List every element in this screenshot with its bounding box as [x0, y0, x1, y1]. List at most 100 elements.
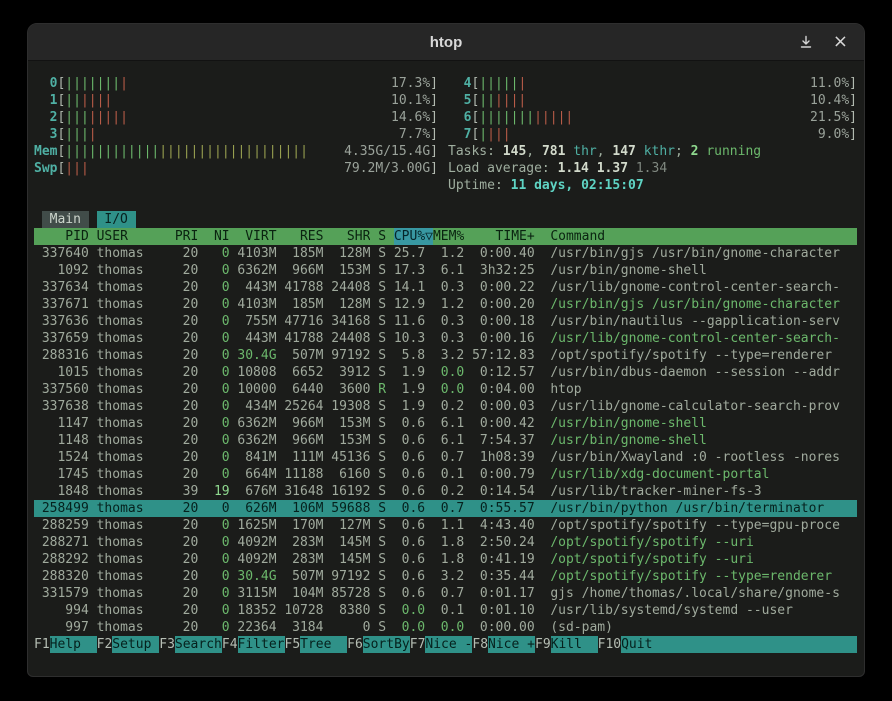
process-row[interactable]: 288292thomas2004092M283M145MS0.61.80:41.…: [34, 551, 857, 568]
column-header-time[interactable]: TIME+: [472, 228, 535, 245]
process-row[interactable]: 337636thomas200755M4771634168S11.60.30:0…: [34, 313, 857, 330]
process-row[interactable]: 337659thomas200443M4178824408S10.30.30:0…: [34, 330, 857, 347]
cell-cpu: 0.6: [394, 551, 425, 568]
process-row[interactable]: 337671thomas2004103M185M128MS12.91.20:00…: [34, 296, 857, 313]
download-icon[interactable]: [799, 35, 813, 49]
cell-pid: 1148: [34, 432, 89, 449]
cell-mem: 1.2: [433, 245, 464, 262]
meter-bar-segment: |||: [65, 109, 88, 126]
tasks-summary: Tasks: 145, 781 thr, 147 kthr; 2 running: [448, 143, 857, 160]
column-header-cmd[interactable]: Command: [550, 228, 857, 245]
tasks-summary-segment: ,: [597, 144, 613, 159]
meter-bracket-close: ]: [430, 75, 438, 92]
process-row[interactable]: 1848thomas3919676M3164816192S0.60.20:14.…: [34, 483, 857, 500]
cell-cmd: /usr/bin/gnome-shell: [550, 262, 857, 279]
fnkey-f3[interactable]: F3Search: [159, 636, 222, 653]
column-header-cpu[interactable]: CPU%▽: [394, 228, 433, 245]
cell-res: 10728: [284, 602, 323, 619]
column-header-pid[interactable]: PID: [34, 228, 89, 245]
fnkey-f5[interactable]: F5Tree: [285, 636, 348, 653]
process-table: 337640thomas2004103M185M128MS25.71.20:00…: [34, 245, 857, 636]
fnkey-name: F2: [97, 636, 113, 653]
process-row[interactable]: 1148thomas2006362M966M153MS0.66.17:54.37…: [34, 432, 857, 449]
cell-pid: 337671: [34, 296, 89, 313]
cell-time: 0:35.44: [472, 568, 535, 585]
meter-bar-area: ||||||||14.6%: [65, 109, 430, 126]
fnkey-f8[interactable]: F8Nice +: [472, 636, 535, 653]
meter-bar-area: ||||||||||||21.5%: [479, 109, 849, 126]
fnkey-f6[interactable]: F6SortBy: [347, 636, 410, 653]
column-header-shr[interactable]: SHR: [331, 228, 370, 245]
process-row[interactable]: 337560thomas2001000064403600R1.90.00:04.…: [34, 381, 857, 398]
column-header-s[interactable]: S: [378, 228, 386, 245]
tab-main[interactable]: Main: [42, 211, 89, 228]
process-row[interactable]: 288320thomas20030.4G507M97192S0.63.20:35…: [34, 568, 857, 585]
cell-time: 0:14.54: [472, 483, 535, 500]
cell-ni: 19: [206, 483, 229, 500]
column-header-pri[interactable]: PRI: [175, 228, 198, 245]
fnkey-label: Help: [50, 636, 97, 653]
process-row[interactable]: 288316thomas20030.4G507M97192S5.83.257:1…: [34, 347, 857, 364]
cell-res: 966M: [284, 415, 323, 432]
cell-cpu: 0.6: [394, 466, 425, 483]
cell-time: 0:00.18: [472, 313, 535, 330]
process-row[interactable]: 337634thomas200443M4178824408S14.10.30:0…: [34, 279, 857, 296]
cell-user: thomas: [97, 415, 167, 432]
process-row[interactable]: 1092thomas2006362M966M153MS17.36.13h32:2…: [34, 262, 857, 279]
column-header-ni[interactable]: NI: [206, 228, 229, 245]
cell-s: S: [378, 296, 386, 313]
process-row[interactable]: 994thomas20018352107288380S0.00.10:01.10…: [34, 602, 857, 619]
cell-cmd: /usr/bin/gnome-shell: [550, 415, 857, 432]
cell-cmd: (sd-pam): [550, 619, 857, 636]
process-row[interactable]: 1015thomas2001080866523912S1.90.00:12.57…: [34, 364, 857, 381]
load-average-segment: 1.14: [558, 161, 597, 176]
cell-pri: 20: [175, 466, 198, 483]
cell-mem: 0.1: [433, 466, 464, 483]
process-row[interactable]: 337638thomas200434M2526419308S1.90.20:00…: [34, 398, 857, 415]
column-header-user[interactable]: USER: [97, 228, 167, 245]
cell-ni: 0: [206, 534, 229, 551]
fnkey-name: F6: [347, 636, 363, 653]
cell-virt: 18352: [237, 602, 276, 619]
cell-pid: 997: [34, 619, 89, 636]
cell-pri: 20: [175, 330, 198, 347]
close-icon[interactable]: ×: [833, 33, 848, 51]
column-header-virt[interactable]: VIRT: [237, 228, 276, 245]
fnkey-f2[interactable]: F2Setup: [97, 636, 160, 653]
meter-bracket-close: ]: [430, 92, 438, 109]
tasks-summary-segment: 2: [691, 144, 699, 159]
meter-2: 2[||||||||14.6%]: [34, 109, 438, 126]
fnkey-label: Nice +: [488, 636, 535, 653]
meter-bar-area: ||||9.0%: [479, 126, 849, 143]
fnkey-f4[interactable]: F4Filter: [222, 636, 285, 653]
cell-pri: 20: [175, 262, 198, 279]
process-row[interactable]: 337640thomas2004103M185M128MS25.71.20:00…: [34, 245, 857, 262]
fnkey-name: F1: [34, 636, 50, 653]
meter-bar-segment: |||||||: [65, 75, 120, 92]
cell-cpu: 0.6: [394, 534, 425, 551]
fnkey-f9[interactable]: F9Kill: [535, 636, 598, 653]
process-row[interactable]: 288271thomas2004092M283M145MS0.61.82:50.…: [34, 534, 857, 551]
cell-time: 0:41.19: [472, 551, 535, 568]
process-row[interactable]: 1745thomas200664M111886160S0.60.10:00.79…: [34, 466, 857, 483]
meter-bar-area: |||||||||||||||||||||||||||||||4.35G/15.…: [65, 143, 430, 160]
process-row[interactable]: 288259thomas2001625M170M127MS0.61.14:43.…: [34, 517, 857, 534]
column-header-mem[interactable]: MEM%: [433, 228, 464, 245]
process-row[interactable]: 1147thomas2006362M966M153MS0.66.10:00.42…: [34, 415, 857, 432]
fnkey-f1[interactable]: F1Help: [34, 636, 97, 653]
process-row[interactable]: 258499thomas200626M106M59688S0.60.70:55.…: [34, 500, 857, 517]
process-row[interactable]: 997thomas2002236431840S0.00.00:00.00(sd-…: [34, 619, 857, 636]
cell-cpu: 17.3: [394, 262, 425, 279]
process-row[interactable]: 1524thomas200841M111M45136S0.60.71h08:39…: [34, 449, 857, 466]
process-row[interactable]: 331579thomas2003115M104M85728S0.60.70:01…: [34, 585, 857, 602]
cell-time: 0:12.57: [472, 364, 535, 381]
cell-pri: 20: [175, 347, 198, 364]
cell-user: thomas: [97, 449, 167, 466]
titlebar[interactable]: htop ×: [28, 24, 864, 61]
fnkey-f7[interactable]: F7Nice -: [410, 636, 473, 653]
load-average-segment: 1.37: [597, 161, 636, 176]
column-header-res[interactable]: RES: [284, 228, 323, 245]
fnkey-f10[interactable]: F10Quit: [598, 636, 668, 653]
meter-swp: Swp[|||79.2M/3.00G]: [34, 160, 438, 177]
tab-io[interactable]: I/O: [97, 211, 136, 228]
